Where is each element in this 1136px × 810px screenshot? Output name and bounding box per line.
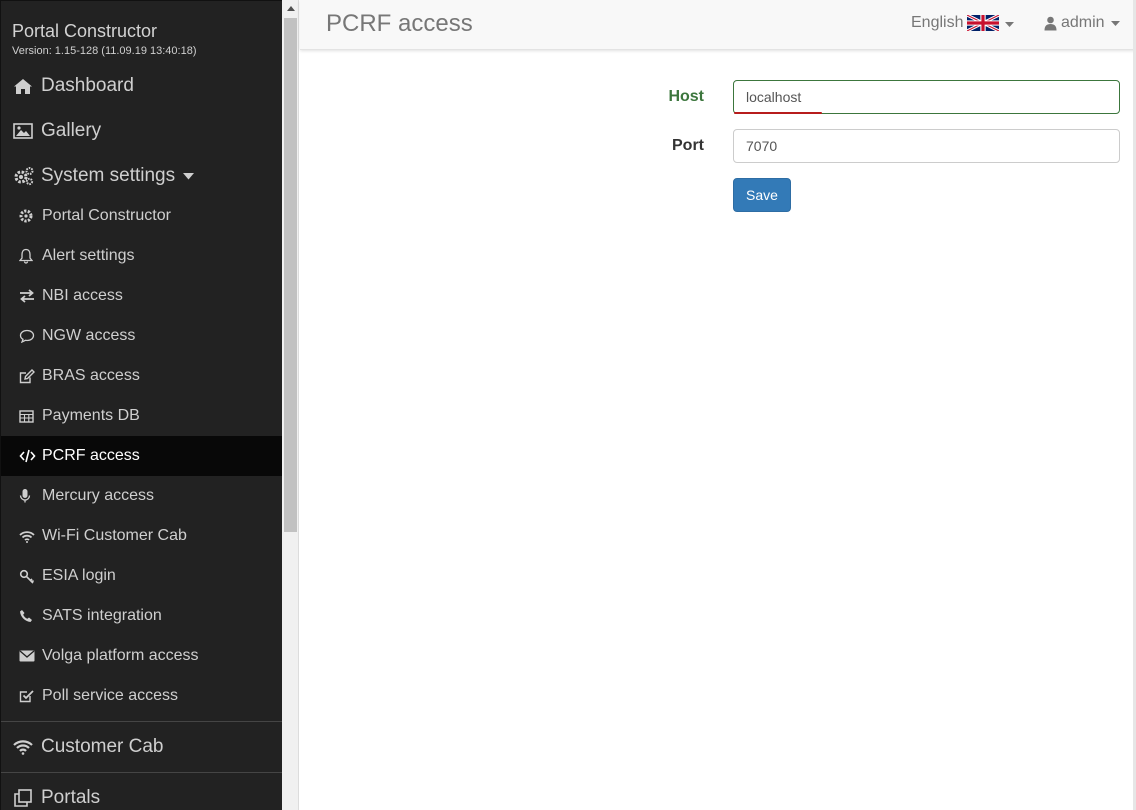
- wifi-icon: [19, 526, 37, 546]
- table-icon: [19, 406, 37, 426]
- top-navbar: PCRF access English admin: [300, 0, 1136, 50]
- caret-down-icon: [183, 172, 195, 180]
- edit-icon: [19, 366, 37, 386]
- user-icon: [1044, 16, 1057, 31]
- sidebar-item-sats-integration[interactable]: SATS integration: [1, 596, 282, 636]
- comment-icon: [19, 326, 37, 346]
- sidebar-item-label: Wi-Fi Customer Cab: [42, 527, 187, 544]
- sidebar-divider: [1, 772, 282, 773]
- microphone-icon: [19, 486, 37, 506]
- caret-down-icon: [1005, 14, 1015, 32]
- sidebar-divider: [1, 721, 282, 722]
- sidebar-item-mercury-access[interactable]: Mercury access: [1, 476, 282, 516]
- version-text: Version: 1.15-128 (11.09.19 13:40:18): [12, 45, 197, 57]
- sidebar-item-label: Portals: [41, 787, 101, 808]
- key-icon: [19, 566, 37, 586]
- exchange-icon: [19, 286, 37, 306]
- sidebar-item-portal-constructor[interactable]: Portal Constructor: [1, 196, 282, 236]
- sidebar: Portal Constructor Version: 1.15-128 (11…: [0, 0, 282, 810]
- cogs-icon: [13, 166, 37, 186]
- gear-icon: [19, 206, 37, 226]
- envelope-icon: [19, 646, 37, 666]
- page-title: PCRF access: [326, 10, 473, 37]
- sidebar-item-label: Mercury access: [42, 487, 155, 504]
- sidebar-item-alert-settings[interactable]: Alert settings: [1, 236, 282, 276]
- sidebar-item-label: System settings: [41, 165, 176, 186]
- sidebar-item-pcrf-access[interactable]: PCRF access: [1, 436, 282, 476]
- sidebar-item-label: Poll service access: [42, 687, 179, 704]
- sidebar-item-system-settings[interactable]: System settings: [1, 154, 282, 198]
- phone-icon: [19, 606, 37, 626]
- sidebar-item-dashboard[interactable]: Dashboard: [1, 64, 282, 108]
- caret-down-icon: [1110, 20, 1120, 26]
- sidebar-item-label: SATS integration: [42, 607, 162, 624]
- sidebar-item-ngw-access[interactable]: NGW access: [1, 316, 282, 356]
- clone-icon: [13, 788, 37, 808]
- bell-icon: [19, 246, 37, 266]
- sidebar-item-bras-access[interactable]: BRAS access: [1, 356, 282, 396]
- sidebar-item-label: BRAS access: [42, 367, 140, 384]
- host-label: Host: [668, 88, 704, 105]
- sidebar-item-label: NBI access: [42, 287, 123, 304]
- sidebar-item-wifi-customer-cab[interactable]: Wi-Fi Customer Cab: [1, 516, 282, 556]
- picture-icon: [13, 121, 37, 141]
- sidebar-item-portals[interactable]: Portals: [1, 776, 282, 810]
- home-icon: [13, 76, 37, 96]
- sidebar-item-label: Gallery: [41, 120, 102, 141]
- wifi-icon: [13, 737, 37, 757]
- host-input[interactable]: [733, 80, 1120, 114]
- sidebar-item-label: Payments DB: [42, 407, 140, 424]
- sidebar-item-nbi-access[interactable]: NBI access: [1, 276, 282, 316]
- sidebar-item-label: Alert settings: [42, 247, 135, 264]
- user-name: admin: [1061, 14, 1105, 31]
- sidebar-item-label: NGW access: [42, 327, 136, 344]
- sidebar-item-esia-login[interactable]: ESIA login: [1, 556, 282, 596]
- sidebar-item-label: Portal Constructor: [42, 207, 171, 224]
- scrollbar-thumb[interactable]: [284, 18, 297, 532]
- spellcheck-underline: [734, 112, 822, 114]
- code-icon: [19, 446, 37, 466]
- sidebar-item-payments-db[interactable]: Payments DB: [1, 396, 282, 436]
- sidebar-item-label: Volga platform access: [42, 647, 199, 664]
- port-label: Port: [672, 137, 704, 154]
- sidebar-item-gallery[interactable]: Gallery: [1, 109, 282, 153]
- sidebar-item-label: Customer Cab: [41, 736, 164, 757]
- check-square-icon: [19, 686, 37, 706]
- sidebar-scrollbar[interactable]: [282, 0, 299, 810]
- language-label: English: [911, 14, 964, 31]
- sidebar-item-customer-cab[interactable]: Customer Cab: [1, 725, 282, 769]
- port-input[interactable]: [733, 129, 1120, 163]
- sidebar-item-poll-service-access[interactable]: Poll service access: [1, 676, 282, 716]
- sidebar-item-label: PCRF access: [42, 447, 140, 464]
- sidebar-item-volga-platform-access[interactable]: Volga platform access: [1, 636, 282, 676]
- brand-title[interactable]: Portal Constructor: [12, 21, 157, 41]
- user-dropdown[interactable]: admin: [1044, 14, 1120, 32]
- language-dropdown[interactable]: English: [911, 14, 1015, 32]
- scroll-up-arrow-icon[interactable]: [282, 0, 299, 17]
- uk-flag-icon: [967, 15, 1000, 31]
- sidebar-item-label: Dashboard: [41, 75, 134, 96]
- sidebar-item-label: ESIA login: [42, 567, 116, 584]
- save-button[interactable]: Save: [733, 178, 791, 212]
